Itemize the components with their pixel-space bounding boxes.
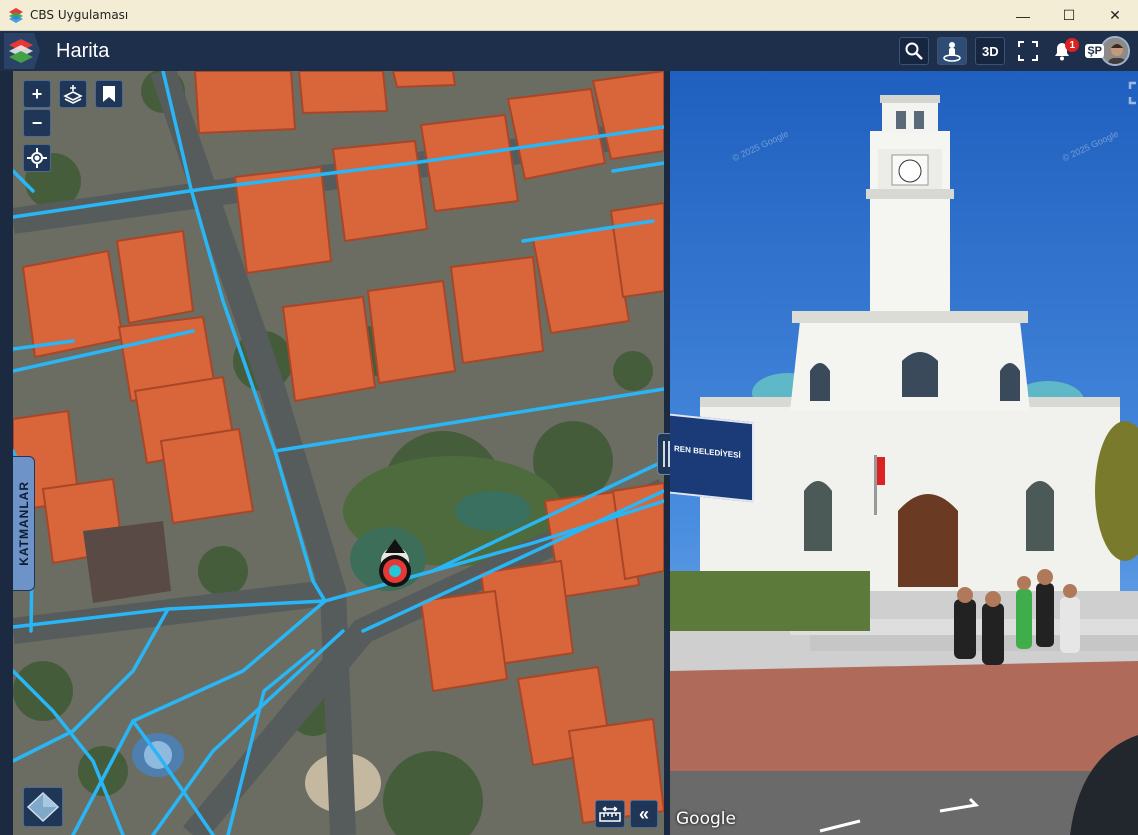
add-layer-button[interactable]	[59, 80, 87, 108]
street-view-button[interactable]	[937, 37, 968, 65]
layers-plus-icon	[63, 85, 83, 104]
basemap-switcher-button[interactable]	[23, 787, 63, 827]
municipality-sign: REN BELEDİYESİ	[670, 413, 754, 503]
fullscreen-button[interactable]	[1013, 37, 1043, 65]
basemap-icon	[26, 791, 60, 823]
avatar	[1100, 36, 1130, 66]
close-button[interactable]: ✕	[1092, 0, 1138, 31]
zoom-out-button[interactable]: −	[23, 109, 51, 137]
minimize-button[interactable]: —	[1000, 0, 1046, 31]
zoom-in-button[interactable]: +	[23, 80, 51, 108]
crosshair-icon	[27, 148, 47, 168]
notification-badge: 1	[1065, 38, 1080, 52]
fullscreen-icon	[1018, 41, 1039, 61]
pegman-icon	[943, 42, 962, 62]
search-icon	[905, 42, 924, 60]
google-attribution: Google	[676, 809, 736, 829]
street-view-panel[interactable]: REN BELEDİYESİ © 2025 Google © 2025 Goog…	[670, 71, 1138, 835]
user-menu[interactable]: ŞP	[1085, 36, 1130, 66]
layers-panel-tab[interactable]: KATMANLAR	[13, 456, 35, 591]
bookmark-icon	[103, 86, 115, 102]
map-view[interactable]: + − KATMANLAR «	[13, 71, 664, 835]
app-header: Harita 3D 1 ŞP	[0, 31, 1138, 71]
app-icon	[9, 8, 23, 23]
notifications-button[interactable]: 1	[1051, 37, 1080, 65]
user-initials: ŞP	[1085, 44, 1104, 58]
3d-button[interactable]: 3D	[975, 37, 1006, 65]
app-title: Harita	[56, 39, 110, 62]
ruler-icon	[599, 806, 621, 822]
locate-button[interactable]	[23, 144, 51, 172]
aerial-imagery	[13, 71, 664, 835]
bookmark-button[interactable]	[95, 80, 123, 108]
search-button[interactable]	[899, 37, 930, 65]
collapse-panel-button[interactable]: «	[630, 800, 658, 828]
layers-tab-label: KATMANLAR	[16, 481, 31, 566]
window-titlebar: CBS Uygulaması — ☐ ✕	[0, 0, 1138, 31]
maximize-button[interactable]: ☐	[1046, 0, 1092, 31]
fullscreen-icon	[1128, 81, 1136, 105]
window-title: CBS Uygulaması	[30, 8, 129, 22]
app-logo-icon	[4, 33, 40, 69]
measure-button[interactable]	[595, 800, 625, 828]
sign-text: REN BELEDİYESİ	[674, 444, 741, 461]
